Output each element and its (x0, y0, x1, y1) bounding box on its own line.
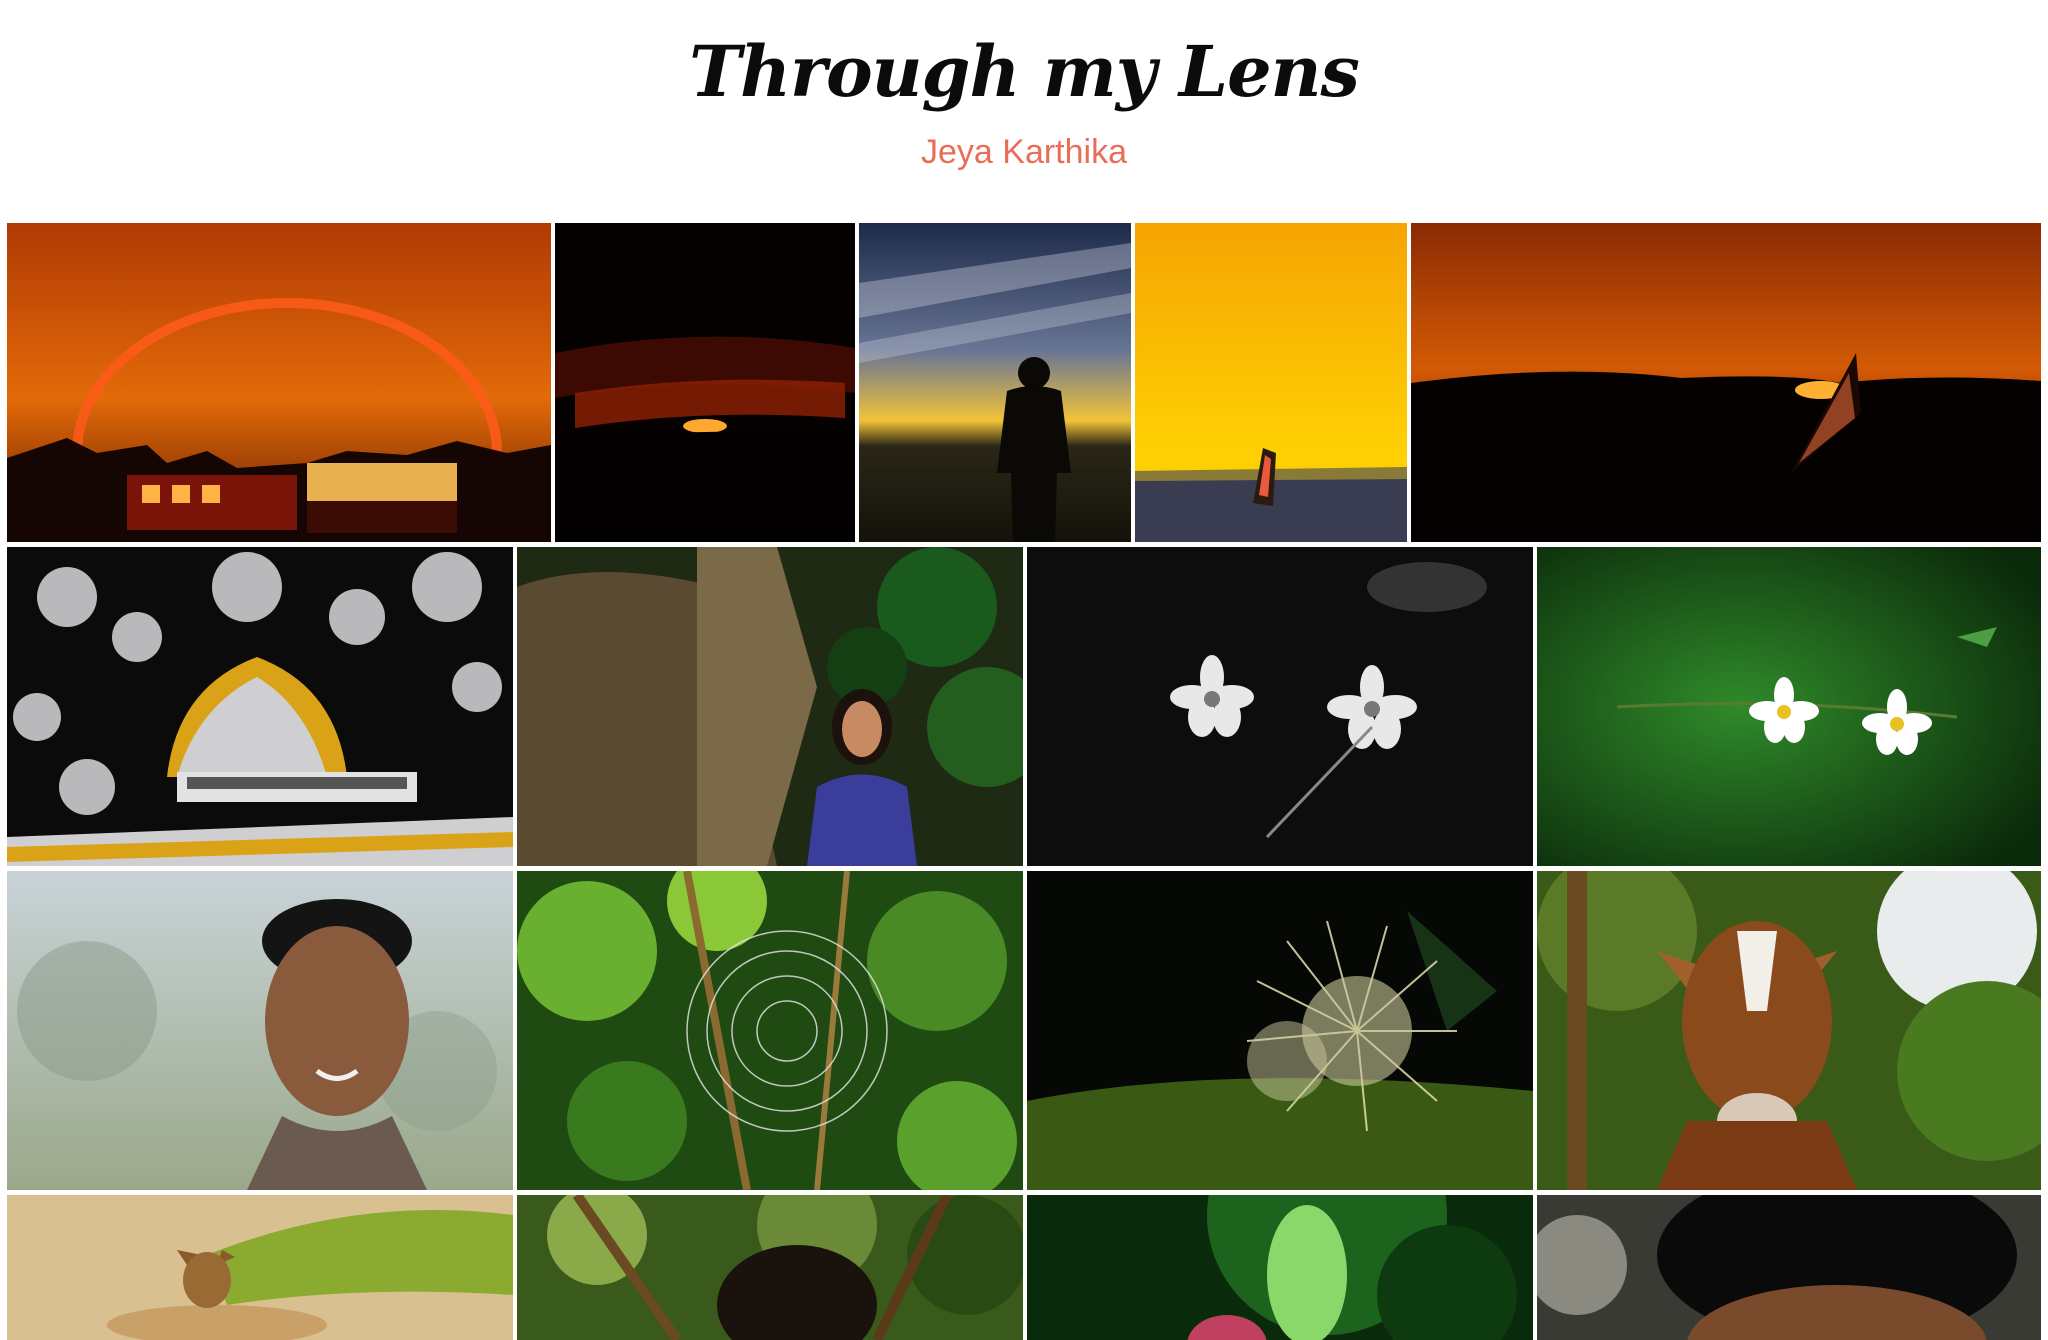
photo-white-flowers-bw[interactable] (1027, 547, 1533, 866)
photo-pink-flower[interactable] (1027, 1195, 1533, 1340)
photo-temple-dome[interactable] (7, 547, 513, 866)
photo-smiling-man[interactable] (7, 871, 513, 1190)
photo-white-flowers-green[interactable] (1537, 547, 2041, 866)
photo-silhouette-man[interactable] (859, 223, 1131, 542)
photo-windsurfer-yellow[interactable] (1135, 223, 1407, 542)
photo-woman-by-tree[interactable] (517, 547, 1023, 866)
photo-dark-sunset[interactable] (555, 223, 855, 542)
photo-sail-sunset[interactable] (1411, 223, 2041, 542)
photo-spider-web[interactable] (517, 871, 1023, 1190)
photo-brown-calf[interactable] (1537, 871, 2041, 1190)
photo-gallery (0, 0, 2048, 1340)
photo-dog-on-road[interactable] (7, 1195, 513, 1340)
photo-child-close-up[interactable] (1537, 1195, 2041, 1340)
photo-sunset-rainbow[interactable] (7, 223, 551, 542)
photo-animal-branches[interactable] (517, 1195, 1023, 1340)
photo-fluffy-blossom[interactable] (1027, 871, 1533, 1190)
